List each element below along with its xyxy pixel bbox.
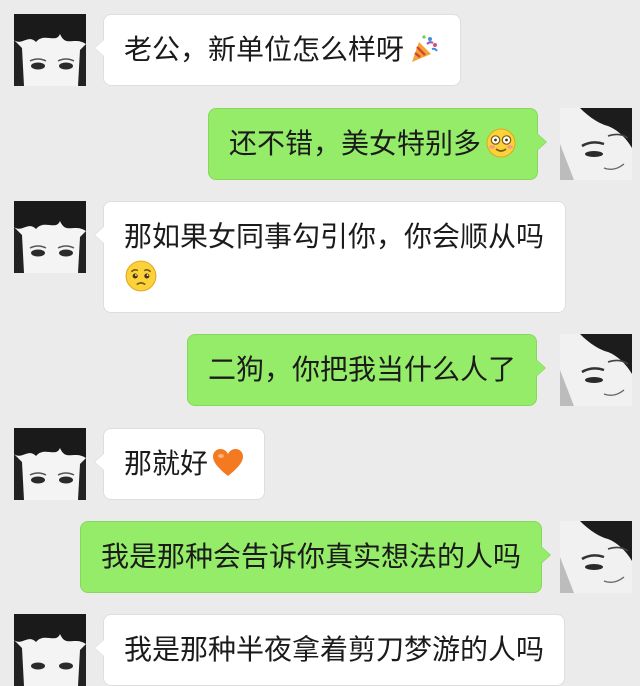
chat-window: 老公，新单位怎么样呀 还不错，美女特别多 那如果女同事勾引你，你会顺从吗 二狗，… [0, 0, 640, 686]
message-text: 二狗，你把我当什么人了 [208, 353, 517, 386]
girlfriend-avatar[interactable] [14, 428, 86, 500]
girlfriend-avatar[interactable] [14, 614, 86, 686]
pleading-face-icon [124, 259, 158, 293]
message-bubble-sent[interactable]: 我是那种会告诉你真实想法的人吗 [80, 521, 552, 593]
message-text: 那就好 [124, 447, 209, 480]
message-text: 老公，新单位怎么样呀 [124, 33, 405, 66]
girlfriend-avatar[interactable] [14, 14, 86, 86]
message-bubble-sent[interactable]: 二狗，你把我当什么人了 [187, 334, 547, 406]
message-bubble-received[interactable]: 老公，新单位怎么样呀 [93, 14, 462, 86]
boyfriend-avatar[interactable] [560, 334, 632, 406]
smiling-face-icon [485, 127, 517, 159]
orange-heart-icon [212, 448, 244, 478]
message-text: 我是那种会告诉你真实想法的人吗 [101, 540, 522, 573]
message-bubble-received[interactable]: 那如果女同事勾引你，你会顺从吗 [94, 201, 566, 313]
message-bubble-sent[interactable]: 还不错，美女特别多 [208, 108, 548, 180]
message-text: 我是那种半夜拿着剪刀梦游的人吗 [124, 633, 545, 666]
message-bubble-received[interactable]: 那就好 [93, 428, 266, 500]
girlfriend-avatar[interactable] [14, 201, 86, 273]
boyfriend-avatar[interactable] [560, 108, 632, 180]
message-bubble-received[interactable]: 我是那种半夜拿着剪刀梦游的人吗 [93, 614, 566, 686]
party-popper-icon [408, 33, 440, 65]
message-text: 那如果女同事勾引你，你会顺从吗 [124, 220, 545, 253]
message-text: 还不错，美女特别多 [229, 127, 482, 160]
boyfriend-avatar[interactable] [560, 521, 632, 593]
